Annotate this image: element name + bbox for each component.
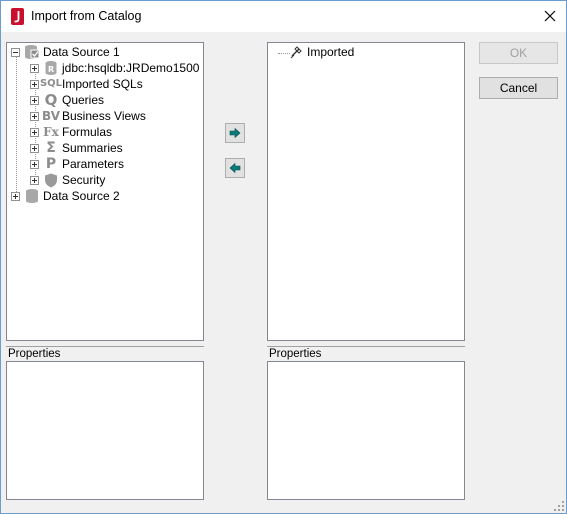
- close-button[interactable]: [538, 5, 562, 27]
- expand-toggle-icon[interactable]: [30, 159, 39, 169]
- left-properties-panel[interactable]: [6, 361, 204, 500]
- ok-button[interactable]: OK: [479, 42, 558, 64]
- shield-icon: [43, 172, 59, 188]
- tree-node-summaries[interactable]: Σ Summaries: [30, 140, 123, 156]
- close-icon: [544, 10, 556, 22]
- title-bar: Import from Catalog: [1, 1, 566, 32]
- tree-node-label: Queries: [62, 93, 105, 107]
- expand-toggle-icon[interactable]: [30, 143, 39, 153]
- business-view-icon: BV: [42, 109, 60, 123]
- arrow-right-icon: [229, 128, 241, 138]
- tree-node-label: Formulas: [62, 125, 113, 139]
- tree-node-label: Imported: [307, 45, 355, 59]
- formula-icon: Fx: [43, 125, 59, 139]
- imported-catalog-icon: [288, 44, 304, 60]
- remove-from-imported-button[interactable]: [225, 158, 245, 178]
- app-logo-icon: [11, 8, 24, 25]
- expand-toggle-icon[interactable]: [30, 111, 39, 121]
- arrow-left-icon: [229, 163, 241, 173]
- tree-node-imported-sqls[interactable]: SQL Imported SQLs: [30, 76, 143, 92]
- add-to-imported-button[interactable]: [225, 123, 245, 143]
- expand-toggle-icon[interactable]: [30, 127, 39, 137]
- tree-line: [16, 56, 17, 196]
- expand-toggle-icon[interactable]: [30, 63, 39, 73]
- tree-node-imported[interactable]: Imported: [288, 44, 354, 60]
- connection-icon: R: [43, 60, 59, 76]
- tree-node-label: Data Source 2: [43, 189, 120, 203]
- svg-text:R: R: [48, 65, 54, 74]
- import-dialog: Import from Catalog Data Source 1 R jdbc…: [0, 0, 567, 514]
- tree-node-queries[interactable]: Q Queries: [30, 92, 104, 108]
- database-icon: [24, 188, 40, 204]
- expand-toggle-icon[interactable]: [11, 191, 20, 201]
- tree-node-label: Imported SQLs: [62, 77, 143, 91]
- left-properties-header: Properties: [6, 346, 204, 361]
- tree-node-label: Business Views: [62, 109, 146, 123]
- database-check-icon: [24, 44, 40, 60]
- catalog-tree[interactable]: Data Source 1 R jdbc:hsqldb:JRDemo1500 S…: [6, 42, 204, 341]
- sigma-icon: Σ: [46, 140, 56, 156]
- right-properties-header: Properties: [267, 346, 465, 361]
- tree-node-connection[interactable]: R jdbc:hsqldb:JRDemo1500: [30, 60, 199, 76]
- window-title: Import from Catalog: [31, 9, 142, 23]
- tree-node-formulas[interactable]: Fx Formulas: [30, 124, 112, 140]
- expand-toggle-icon[interactable]: [30, 95, 39, 105]
- cancel-button[interactable]: Cancel: [479, 77, 558, 99]
- right-properties-panel[interactable]: [267, 361, 465, 500]
- expand-toggle-icon[interactable]: [30, 175, 39, 185]
- tree-node-security[interactable]: Security: [30, 172, 105, 188]
- collapse-toggle-icon[interactable]: [11, 47, 20, 57]
- tree-node-data-source-1[interactable]: Data Source 1: [11, 44, 120, 60]
- query-icon: Q: [44, 91, 58, 109]
- tree-node-label: Parameters: [62, 157, 125, 171]
- imported-tree[interactable]: Imported: [267, 42, 465, 341]
- tree-node-parameters[interactable]: P Parameters: [30, 156, 124, 172]
- sql-icon: SQL: [39, 78, 63, 89]
- tree-node-label: jdbc:hsqldb:JRDemo1500: [62, 61, 200, 75]
- tree-node-data-source-2[interactable]: Data Source 2: [11, 188, 120, 204]
- tree-node-business-views[interactable]: BV Business Views: [30, 108, 146, 124]
- parameter-icon: P: [45, 156, 57, 172]
- tree-node-label: Summaries: [62, 141, 123, 155]
- resize-grip-icon[interactable]: [554, 501, 564, 511]
- tree-node-label: Data Source 1: [43, 45, 120, 59]
- tree-node-label: Security: [62, 173, 106, 187]
- expand-toggle-icon[interactable]: [30, 79, 39, 89]
